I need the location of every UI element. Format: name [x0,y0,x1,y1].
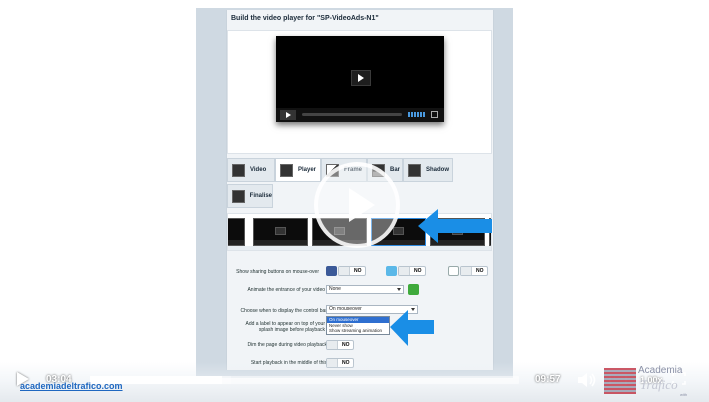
logo-line3: with [680,392,688,397]
tab-video[interactable]: Video [227,158,275,182]
chevron-down-icon [397,288,401,291]
tab-finalise[interactable]: Finalise [227,184,273,208]
preview-play-button[interactable] [280,110,296,120]
preview-entrance-button[interactable] [408,284,419,295]
finalise-tab-icon [232,189,245,203]
tab-label: Player [298,167,317,173]
preview-seek-track[interactable] [302,113,402,116]
toggle-value: NO [476,268,484,274]
entrance-value: None [329,286,341,292]
builder-title: Build the video player for "SP-VideoAds-… [231,15,379,22]
overlay-play-icon[interactable] [314,162,400,248]
dim-label: Dim the page during video playback [247,342,328,348]
screen: Build the video player for "SP-VideoAds-… [0,0,709,402]
shadow-tab-icon [408,163,421,177]
embed-share-toggle[interactable]: NO [460,266,488,276]
arrow-pointer-icon [390,310,434,346]
preview-control-bar [276,108,444,122]
tab-player[interactable]: Player [275,158,321,182]
preview-volume-icon[interactable] [408,112,426,117]
total-time: 09:57 [535,374,561,385]
toggle-value: NO [354,268,362,274]
preview-play-icon[interactable] [351,70,371,86]
splash-label: Add a label to appear on top of your spl… [245,321,325,333]
twitter-icon [386,266,397,276]
seek-bar[interactable] [90,376,519,384]
tab-label: Finalise [249,193,272,199]
academia-trafico-logo: Academia Tráfico with [604,362,704,400]
logo-stripes [604,368,636,394]
splash-label-row: Add a label to appear on top of your spl… [227,320,492,336]
facebook-share-toggle[interactable]: NO [338,266,366,276]
dim-row: Dim the page during video playback [227,340,492,352]
sharing-label: Show sharing buttons on mouse-over [236,269,319,275]
entrance-label: Animate the entrance of your video [247,287,325,293]
tab-label: Shadow [426,167,450,173]
toggle-value: NO [414,268,422,274]
controlbar-label: Choose when to display the control bar [240,308,327,314]
seek-buffered [222,376,231,384]
tab-label: Video [250,167,267,173]
player-tab-icon [280,163,293,177]
style-thumbnail[interactable] [253,218,308,246]
video-player-preview[interactable] [276,36,444,122]
preview-fullscreen-icon[interactable] [431,111,438,118]
style-thumbnail[interactable] [228,218,245,246]
site-link[interactable]: academiadeltrafico.com [20,381,123,391]
controlbar-value: On mouseover [329,306,362,312]
facebook-icon [326,266,337,276]
tab-shadow[interactable]: Shadow [403,158,453,182]
tab-label: Bar [390,167,401,173]
arrow-pointer-icon [418,209,492,243]
logo-line2: Tráfico [640,377,678,392]
embed-share-icon [448,266,459,276]
volume-icon[interactable] [577,372,597,388]
logo-line1: Academia [638,365,683,376]
video-tab-icon [232,163,245,177]
dim-toggle[interactable]: NO [326,340,354,350]
entrance-select[interactable]: None [326,285,404,294]
toggle-value: NO [342,342,350,348]
twitter-share-toggle[interactable]: NO [398,266,426,276]
